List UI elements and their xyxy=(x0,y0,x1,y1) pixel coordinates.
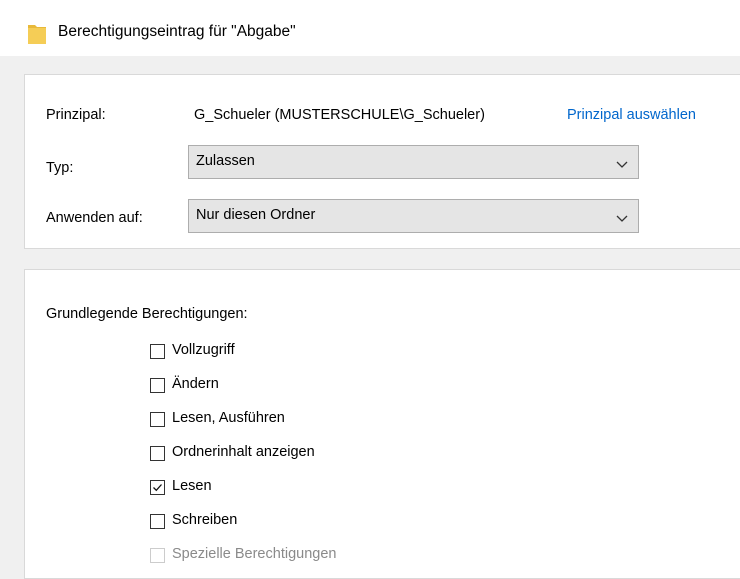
checkbox[interactable] xyxy=(150,446,165,461)
permission-label: Ordnerinhalt anzeigen xyxy=(172,444,315,460)
permission-label: Lesen, Ausführen xyxy=(172,410,285,426)
permission-label: Schreiben xyxy=(172,512,238,528)
type-label: Typ: xyxy=(46,160,74,176)
principal-label: Prinzipal: xyxy=(46,107,106,123)
chevron-down-icon xyxy=(615,156,629,168)
apply-to-select-value: Nur diesen Ordner xyxy=(196,207,316,223)
checkbox-disabled xyxy=(150,548,165,563)
checkbox[interactable] xyxy=(150,412,165,427)
select-principal-link[interactable]: Prinzipal auswählen xyxy=(567,107,696,123)
folder-icon xyxy=(28,22,46,44)
permission-label: Vollzugriff xyxy=(172,342,235,358)
chevron-down-icon xyxy=(615,210,629,222)
background-window-strip xyxy=(0,0,740,10)
checkbox[interactable] xyxy=(150,344,165,359)
permission-label: Lesen xyxy=(172,478,212,494)
title-bar: Berechtigungseintrag für "Abgabe" xyxy=(0,10,740,56)
apply-to-select[interactable]: Nur diesen Ordner xyxy=(188,199,639,233)
checkmark-icon xyxy=(153,484,162,492)
principal-value: G_Schueler (MUSTERSCHULE\G_Schueler) xyxy=(194,107,485,123)
permission-label: Ändern xyxy=(172,376,219,392)
checkbox[interactable] xyxy=(150,514,165,529)
permissions-panel: Grundlegende Berechtigungen: Vollzugriff… xyxy=(24,269,740,579)
permission-label: Spezielle Berechtigungen xyxy=(172,546,337,562)
type-select[interactable]: Zulassen xyxy=(188,145,639,179)
apply-to-label: Anwenden auf: xyxy=(46,210,143,226)
window-title: Berechtigungseintrag für "Abgabe" xyxy=(58,23,296,40)
principal-panel: Prinzipal: G_Schueler (MUSTERSCHULE\G_Sc… xyxy=(24,74,740,249)
checkbox[interactable] xyxy=(150,378,165,393)
permissions-heading: Grundlegende Berechtigungen: xyxy=(46,306,248,322)
type-select-value: Zulassen xyxy=(196,153,255,169)
checkbox-checked[interactable] xyxy=(150,480,165,495)
